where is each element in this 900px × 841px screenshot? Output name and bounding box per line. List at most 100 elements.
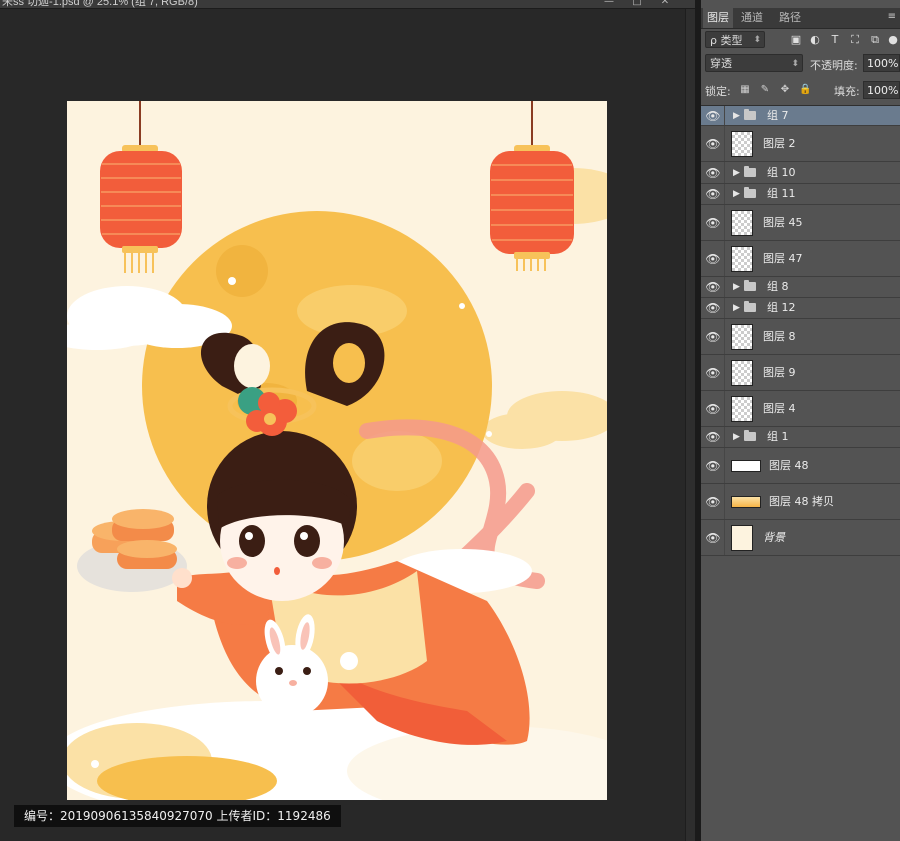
layer-row-background[interactable]: 👁 背景	[701, 520, 900, 556]
layer-thumbnail	[731, 323, 753, 350]
smart-object-filter-icon[interactable]: ⧉	[868, 33, 882, 47]
tab-channels[interactable]: 通道	[737, 8, 767, 28]
divider	[724, 162, 725, 183]
layer-row-layer-48-copy[interactable]: 👁 图层 48 拷贝	[701, 484, 900, 520]
expand-arrow-icon[interactable]: ▶	[733, 280, 740, 294]
eye-icon[interactable]: 👁	[705, 108, 721, 124]
document-tab[interactable]: 未ss 切迦-1.psd @ 25.1% (组 7, RGB/8) — □ ✕	[0, 0, 695, 9]
layer-row-layer-4[interactable]: 👁 图层 4	[701, 391, 900, 427]
divider	[724, 298, 725, 318]
layer-row-group-1[interactable]: 👁 ▶ 组 1	[701, 427, 900, 448]
layer-name: 组 11	[767, 187, 796, 200]
divider	[724, 126, 725, 161]
folder-icon	[744, 187, 756, 198]
adjustment-filter-icon[interactable]: ◐	[808, 33, 822, 47]
divider	[724, 520, 725, 555]
image-filter-icon[interactable]: ▣	[789, 33, 803, 47]
caret-icon: ⬍	[791, 59, 799, 69]
layer-row-layer-8[interactable]: 👁 图层 8	[701, 319, 900, 355]
layer-name: 组 7	[767, 108, 789, 122]
filter-kind-select[interactable]: ρ 类型 ⬍	[705, 31, 765, 48]
eye-icon[interactable]: 👁	[705, 530, 721, 546]
expand-arrow-icon[interactable]: ▶	[733, 301, 740, 315]
tab-paths[interactable]: 路径	[775, 8, 805, 28]
eye-icon[interactable]: 👁	[705, 300, 721, 316]
tab-layers[interactable]: 图层	[703, 8, 733, 28]
layer-row-layer-47[interactable]: 👁 图层 47	[701, 241, 900, 277]
eye-icon[interactable]: 👁	[705, 136, 721, 152]
divider	[724, 184, 725, 204]
maximize-icon[interactable]: □	[626, 0, 648, 8]
layer-row-layer-9[interactable]: 👁 图层 9	[701, 355, 900, 391]
expand-arrow-icon[interactable]: ▶	[733, 109, 740, 123]
layer-name: 组 10	[767, 165, 796, 179]
layer-row-layer-45[interactable]: 👁 图层 45	[701, 205, 900, 241]
blend-mode-value: 穿透	[710, 57, 732, 70]
layer-name: 图层 45	[763, 215, 803, 229]
layer-thumbnail	[731, 524, 753, 551]
minimize-icon[interactable]: —	[598, 0, 620, 8]
layers-panel: 图层 通道 路径 ≡ ρ 类型 ⬍ ▣ ◐ T ⛶ ⧉ ● 穿透 ⬍ 不透明度:…	[701, 0, 900, 841]
expand-arrow-icon[interactable]: ▶	[733, 166, 740, 180]
blend-mode-select[interactable]: 穿透 ⬍	[705, 54, 803, 72]
info-bar: 编号：20190906135840927070 上传者ID：1192486	[14, 805, 341, 827]
folder-icon	[744, 301, 756, 312]
divider	[724, 391, 725, 426]
layer-thumbnail	[731, 130, 753, 157]
layer-row-group-12[interactable]: 👁 ▶ 组 12	[701, 298, 900, 319]
opacity-input[interactable]: 100%	[863, 54, 900, 72]
lock-image-icon[interactable]: ✎	[759, 84, 771, 96]
layer-thumbnail	[731, 245, 753, 272]
layer-row-group-10[interactable]: 👁 ▶ 组 10	[701, 162, 900, 184]
layer-name: 组 12	[767, 301, 796, 314]
divider	[724, 355, 725, 390]
expand-arrow-icon[interactable]: ▶	[733, 187, 740, 201]
eye-icon[interactable]: 👁	[705, 165, 721, 181]
eye-icon[interactable]: 👁	[705, 365, 721, 381]
panel-menu-icon[interactable]: ≡	[888, 11, 896, 22]
layer-row-group-8[interactable]: 👁 ▶ 组 8	[701, 277, 900, 298]
mooncake-plate	[77, 509, 187, 592]
eye-icon[interactable]: 👁	[705, 329, 721, 345]
layer-thumbnail	[731, 395, 753, 422]
eye-icon[interactable]: 👁	[705, 429, 721, 445]
layer-name: 图层 8	[763, 329, 796, 343]
document-area: 未ss 切迦-1.psd @ 25.1% (组 7, RGB/8) — □ ✕	[0, 0, 696, 841]
divider	[724, 106, 725, 125]
layer-row-group-7[interactable]: 👁 ▶ 组 7	[701, 106, 900, 126]
eye-icon[interactable]: 👁	[705, 215, 721, 231]
eye-icon[interactable]: 👁	[705, 401, 721, 417]
lock-all-icon[interactable]: 🔒	[799, 84, 811, 96]
shape-filter-icon[interactable]: ⛶	[848, 33, 862, 47]
layer-thumbnail	[731, 209, 753, 236]
eye-icon[interactable]: 👁	[705, 494, 721, 510]
close-icon[interactable]: ✕	[654, 0, 676, 8]
eye-icon[interactable]: 👁	[705, 458, 721, 474]
eye-icon[interactable]: 👁	[705, 251, 721, 267]
eye-icon[interactable]: 👁	[705, 279, 721, 295]
layer-row-layer-48[interactable]: 👁 图层 48	[701, 448, 900, 484]
layer-name: 组 1	[767, 430, 789, 443]
blend-row: 穿透 ⬍ 不透明度: 100%	[701, 53, 900, 75]
layer-row-group-11[interactable]: 👁 ▶ 组 11	[701, 184, 900, 205]
lock-position-icon[interactable]: ✥	[779, 84, 791, 96]
panel-tabs: 图层 通道 路径 ≡	[701, 8, 900, 29]
divider	[724, 484, 725, 519]
layer-name: 图层 2	[763, 136, 796, 150]
fill-input[interactable]: 100%	[863, 81, 900, 99]
expand-arrow-icon[interactable]: ▶	[733, 430, 740, 444]
canvas[interactable]	[67, 101, 607, 800]
layer-name: 图层 48 拷贝	[769, 494, 834, 508]
layer-thumbnail	[731, 459, 761, 472]
lantern-left	[100, 101, 182, 273]
divider	[724, 241, 725, 276]
layer-name: 图层 47	[763, 251, 803, 265]
eye-icon[interactable]: 👁	[705, 186, 721, 202]
lock-label: 锁定:	[705, 85, 731, 98]
folder-icon	[744, 280, 756, 291]
filter-toggle-icon[interactable]: ●	[886, 33, 900, 47]
layer-row-layer-2[interactable]: 👁 图层 2	[701, 126, 900, 162]
type-filter-icon[interactable]: T	[828, 33, 842, 47]
lock-transparent-icon[interactable]: ▦	[739, 84, 751, 96]
lantern-right	[490, 101, 574, 271]
